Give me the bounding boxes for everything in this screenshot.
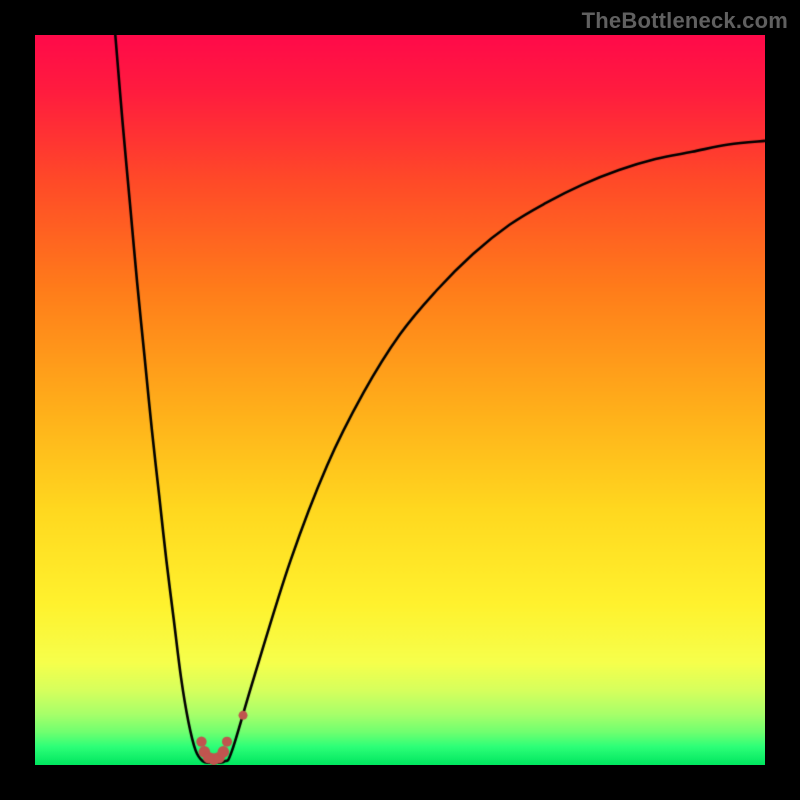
plot-area — [35, 35, 765, 765]
watermark-label: TheBottleneck.com — [582, 8, 788, 34]
chart-canvas — [35, 35, 765, 765]
chart-frame: TheBottleneck.com — [0, 0, 800, 800]
